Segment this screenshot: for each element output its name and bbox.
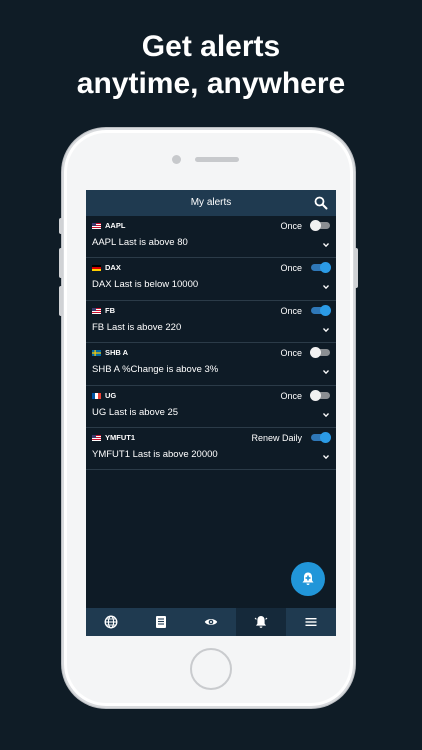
us-flag-icon bbox=[92, 434, 101, 441]
chevron-down-icon[interactable] bbox=[322, 369, 330, 375]
nav-watchlist[interactable] bbox=[186, 608, 236, 636]
us-flag-icon bbox=[92, 307, 101, 314]
alert-row[interactable]: UG Once UG Last is above 25 bbox=[86, 386, 336, 428]
alert-row[interactable]: SHB A Once SHB A %Change is above 3% bbox=[86, 343, 336, 386]
alert-toggle[interactable] bbox=[310, 220, 330, 231]
alert-toggle[interactable] bbox=[311, 304, 331, 316]
search-icon[interactable] bbox=[314, 196, 328, 210]
top-bar: My alerts bbox=[86, 190, 336, 216]
alert-description: AAPL Last is above 80 bbox=[92, 237, 188, 248]
globe-icon bbox=[104, 615, 118, 629]
document-icon bbox=[156, 616, 166, 628]
page-title: My alerts bbox=[190, 197, 232, 208]
alert-description: SHB A %Change is above 3% bbox=[92, 364, 219, 376]
nav-alerts[interactable] bbox=[236, 608, 286, 636]
fr-flag-icon bbox=[92, 392, 101, 399]
headline: Get alerts anytime, anywhere bbox=[0, 28, 422, 102]
chevron-down-icon[interactable] bbox=[322, 412, 330, 418]
alert-frequency: Renew Daily bbox=[251, 432, 302, 443]
alert-symbol: SHB A bbox=[105, 348, 129, 358]
volume-up-button bbox=[59, 248, 63, 278]
eye-icon bbox=[204, 619, 218, 625]
alert-frequency: Once bbox=[280, 390, 302, 401]
bottom-nav bbox=[86, 608, 336, 636]
toggle-knob bbox=[310, 220, 321, 231]
phone-frame: My alerts AAPL Once AAPL Last is above 80 D… bbox=[59, 128, 358, 708]
app-store-screenshot: Get alerts anytime, anywhere My alerts A… bbox=[0, 0, 422, 750]
alert-row[interactable]: DAX Once DAX Last is below 10000 bbox=[86, 258, 336, 301]
alert-frequency: Once bbox=[280, 305, 302, 316]
alert-description: FB Last is above 220 bbox=[92, 321, 182, 333]
earpiece-speaker bbox=[195, 157, 239, 162]
headline-line-2: anytime, anywhere bbox=[76, 67, 346, 100]
alert-symbol: DAX bbox=[105, 263, 121, 273]
bell-icon bbox=[254, 616, 268, 628]
alert-description: DAX Last is below 10000 bbox=[92, 279, 199, 291]
app-screen: My alerts AAPL Once AAPL Last is above 80 D… bbox=[86, 190, 336, 636]
de-flag-icon bbox=[92, 265, 101, 272]
alert-row[interactable]: FB Once FB Last is above 220 bbox=[86, 301, 336, 344]
add-alert-button[interactable] bbox=[291, 562, 325, 596]
toggle-knob bbox=[320, 262, 331, 274]
alert-row[interactable]: YMFUT1 Renew Daily YMFUT1 Last is above 20… bbox=[86, 428, 336, 471]
alert-toggle[interactable] bbox=[310, 389, 330, 401]
alert-description: YMFUT1 Last is above 20000 bbox=[92, 448, 218, 460]
toggle-knob bbox=[320, 304, 331, 316]
power-button bbox=[354, 248, 358, 288]
volume-down-button bbox=[59, 286, 63, 316]
toggle-knob bbox=[310, 347, 321, 359]
nav-menu[interactable] bbox=[286, 608, 336, 636]
chevron-down-icon[interactable] bbox=[322, 284, 330, 290]
alert-symbol: YMFUT1 bbox=[105, 432, 135, 442]
home-button bbox=[190, 648, 232, 690]
us-flag-icon bbox=[92, 223, 101, 229]
toggle-knob bbox=[310, 389, 321, 401]
alert-symbol: AAPL bbox=[105, 221, 126, 230]
add-bell-icon bbox=[302, 572, 314, 585]
se-flag-icon bbox=[92, 350, 101, 357]
front-camera bbox=[172, 155, 181, 164]
mute-switch bbox=[59, 218, 63, 234]
chevron-down-icon[interactable] bbox=[322, 454, 330, 460]
nav-markets[interactable] bbox=[86, 608, 136, 636]
alert-toggle[interactable] bbox=[311, 431, 331, 443]
alert-row[interactable]: AAPL Once AAPL Last is above 80 bbox=[86, 216, 336, 259]
alert-frequency: Once bbox=[280, 263, 302, 274]
alert-symbol: UG bbox=[105, 390, 117, 400]
alert-description: UG Last is above 25 bbox=[92, 406, 179, 418]
alert-list: AAPL Once AAPL Last is above 80 DAX Once DAX … bbox=[86, 216, 336, 471]
chevron-down-icon[interactable] bbox=[322, 327, 330, 333]
headline-line-1: Get alerts bbox=[141, 30, 281, 63]
alert-toggle[interactable] bbox=[310, 347, 330, 359]
alert-frequency: Once bbox=[280, 221, 302, 231]
menu-icon bbox=[305, 618, 317, 626]
alert-toggle[interactable] bbox=[311, 262, 331, 274]
nav-news[interactable] bbox=[136, 608, 186, 636]
alert-frequency: Once bbox=[280, 348, 302, 359]
toggle-knob bbox=[320, 431, 331, 443]
chevron-down-icon[interactable] bbox=[322, 242, 330, 248]
alert-symbol: FB bbox=[105, 305, 115, 315]
